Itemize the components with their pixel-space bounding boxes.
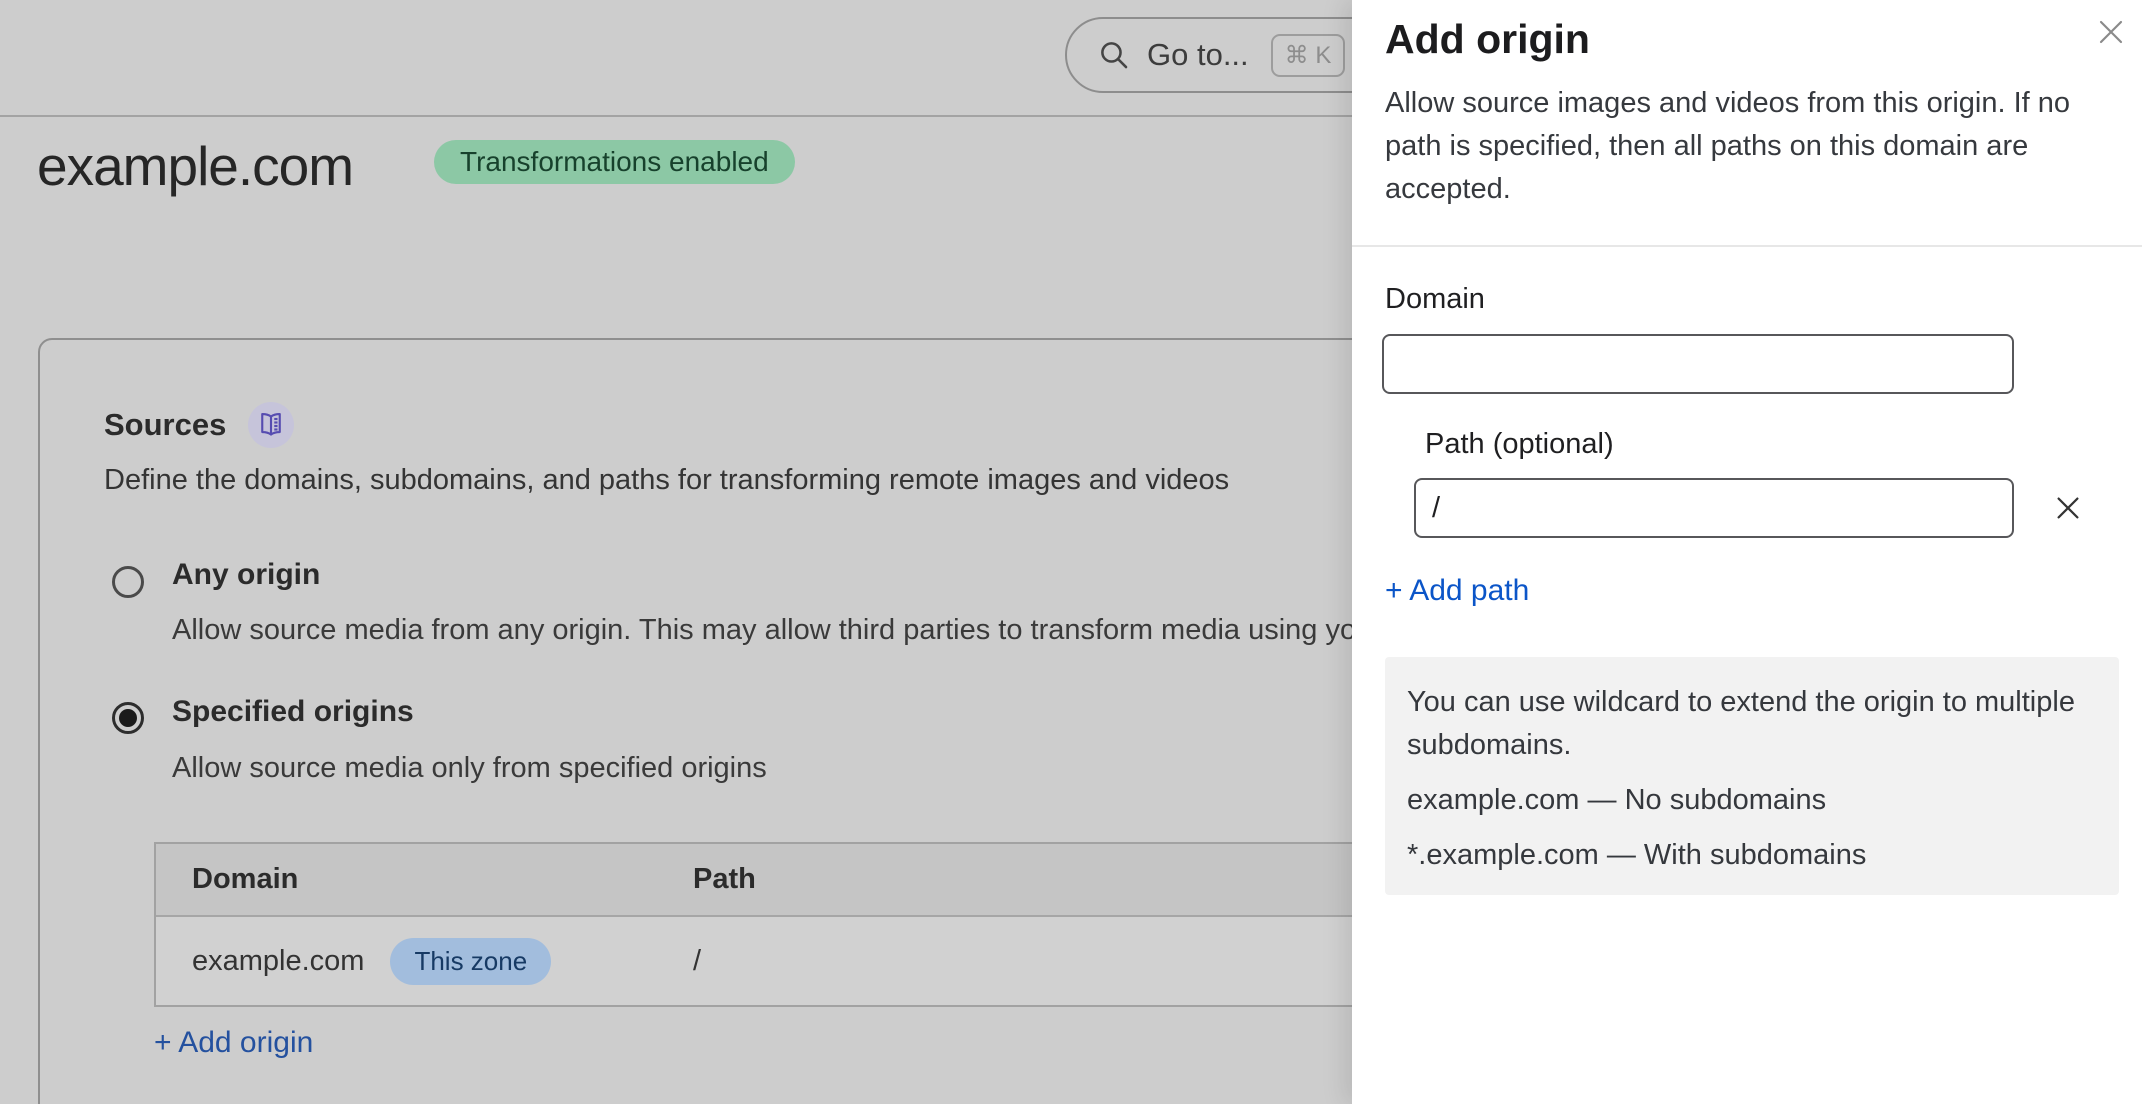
path-input[interactable]: [1414, 478, 2014, 538]
transformations-enabled-badge: Transformations enabled: [434, 140, 795, 184]
any-origin-label[interactable]: Any origin: [172, 558, 320, 592]
wildcard-info-box: You can use wildcard to extend the origi…: [1385, 657, 2119, 895]
info-line-2: example.com — No subdomains: [1407, 779, 2097, 822]
radio-specified-origins[interactable]: [112, 702, 144, 734]
specified-origins-description: Allow source media only from specified o…: [172, 752, 767, 785]
any-origin-description: Allow source media from any origin. This…: [172, 614, 1461, 647]
sources-description: Define the domains, subdomains, and path…: [104, 464, 1229, 497]
sources-heading: Sources: [104, 407, 226, 443]
panel-description: Allow source images and videos from this…: [1385, 82, 2090, 211]
origin-domain: example.com: [192, 945, 364, 978]
divider: [1352, 245, 2142, 247]
screen: Go to... ⌘ K example.com Transformations…: [0, 0, 2142, 1104]
info-line-1: You can use wildcard to extend the origi…: [1407, 681, 2097, 767]
close-icon[interactable]: [2089, 10, 2133, 54]
add-origin-panel: Add origin Allow source images and video…: [1352, 0, 2142, 1104]
add-path-link[interactable]: + Add path: [1385, 574, 1529, 608]
remove-path-icon[interactable]: [2046, 486, 2090, 530]
radio-any-origin[interactable]: [112, 566, 144, 598]
docs-book-icon[interactable]: [248, 402, 294, 448]
keyboard-shortcut-badge: ⌘ K: [1271, 34, 1346, 77]
add-origin-link[interactable]: + Add origin: [154, 1026, 313, 1060]
column-header-domain: Domain: [156, 863, 691, 896]
this-zone-badge: This zone: [390, 938, 551, 985]
domain-label: Domain: [1385, 283, 1485, 316]
domain-input[interactable]: [1382, 334, 2014, 394]
info-line-3: *.example.com — With subdomains: [1407, 834, 2097, 877]
search-placeholder: Go to...: [1147, 37, 1249, 73]
path-label: Path (optional): [1425, 428, 1614, 461]
specified-origins-label[interactable]: Specified origins: [172, 695, 414, 729]
search-icon: [1097, 38, 1131, 72]
page-title: example.com: [37, 134, 353, 198]
panel-title: Add origin: [1385, 16, 1590, 63]
